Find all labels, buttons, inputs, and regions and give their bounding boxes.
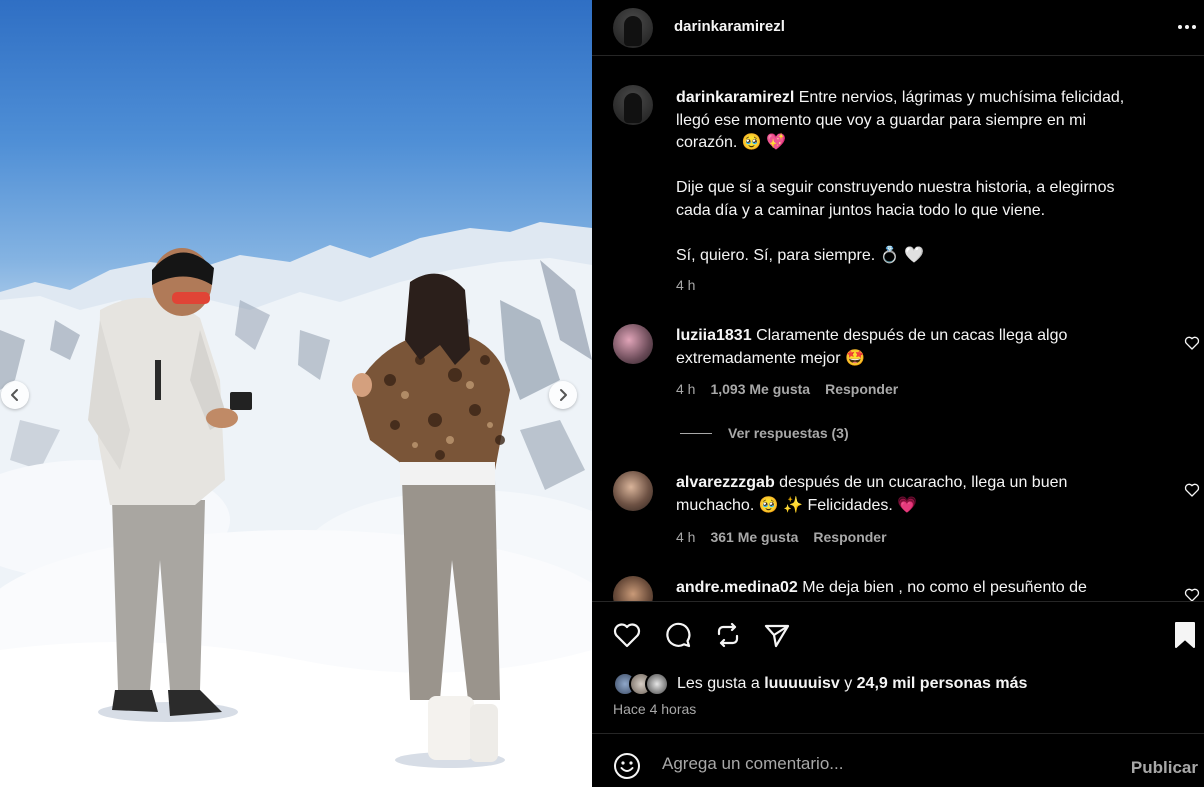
view-replies-button[interactable]: Ver respuestas (3) <box>680 425 849 441</box>
reply-button[interactable]: Responder <box>813 529 886 545</box>
comment-username[interactable]: luziia1831 <box>676 327 752 344</box>
comment-input[interactable] <box>662 750 1102 778</box>
caption-meta: 4 h <box>676 277 695 293</box>
chevron-right-icon <box>560 389 567 401</box>
comment-avatar[interactable] <box>613 471 653 511</box>
comment-likes[interactable]: 361 Me gusta <box>710 529 798 545</box>
comment-username[interactable]: alvarezzzgab <box>676 474 775 491</box>
carousel-dot <box>258 772 264 778</box>
heart-icon[interactable] <box>612 620 642 650</box>
carousel-dot <box>338 772 344 778</box>
caption-line: llegó ese momento que voy a guardar para… <box>676 111 1086 129</box>
carousel-dot <box>288 772 294 778</box>
caption: darinkaramirezl Entre nervios, lágrimas … <box>676 87 1146 267</box>
comment-text: alvarezzzgab después de un cucaracho, ll… <box>676 472 1146 517</box>
comment-line: después de un cucaracho, llega un buen <box>779 474 1068 491</box>
carousel-dot <box>318 772 324 778</box>
replies-divider <box>680 432 712 434</box>
comment-time[interactable]: 4 h <box>676 529 695 545</box>
comment-meta: 4 h 1,093 Me gusta Responder <box>676 381 898 397</box>
carousel-dot <box>268 772 274 778</box>
comment-username[interactable]: andre.medina02 <box>676 579 798 596</box>
likes-prefix: Les gusta a <box>677 675 760 692</box>
comment-text: luziia1831 Claramente después de un caca… <box>676 325 1146 370</box>
share-icon[interactable] <box>762 620 792 650</box>
caption-username[interactable]: darinkaramirezl <box>676 89 794 106</box>
comments-section[interactable]: darinkaramirezl Entre nervios, lágrimas … <box>592 57 1204 601</box>
likes-others[interactable]: 24,9 mil personas más <box>857 675 1028 692</box>
likes-text: Les gusta a luuuuuisv y 24,9 mil persona… <box>677 675 1027 693</box>
caption-line: cada día y a caminar juntos hacia todo l… <box>676 201 1046 219</box>
comment-avatar[interactable] <box>613 576 653 601</box>
author-username[interactable]: darinkaramirezl <box>674 18 785 35</box>
comment-line: Claramente después de un cacas llega alg… <box>756 327 1068 344</box>
comment-avatar[interactable] <box>613 324 653 364</box>
likes-user[interactable]: luuuuuisv <box>764 675 840 692</box>
chevron-left-icon <box>11 389 18 401</box>
comment-meta: 4 h 361 Me gusta Responder <box>676 529 887 545</box>
carousel-dot <box>238 772 244 778</box>
comment-text: andre.medina02 Me deja bien , no como el… <box>676 577 1146 600</box>
comment-line: muchacho. 🥹 ✨ Felicidades. 💗 <box>676 496 918 514</box>
view-replies-label: Ver respuestas (3) <box>728 425 849 441</box>
post-actions: Les gusta a luuuuuisv y 24,9 mil persona… <box>592 601 1204 731</box>
comment-time[interactable]: 4 h <box>676 381 695 397</box>
bookmark-icon[interactable] <box>1170 620 1200 650</box>
caption-time[interactable]: 4 h <box>676 277 695 293</box>
caption-line: Dije que sí a seguir construyendo nuestr… <box>676 179 1115 196</box>
post-header: darinkaramirezl <box>592 0 1204 56</box>
carousel-indicator <box>0 772 592 778</box>
carousel-dot <box>308 772 314 778</box>
carousel-next-button[interactable] <box>549 381 577 409</box>
carousel-dot <box>248 772 254 778</box>
comment-line: extremadamente mejor 🤩 <box>676 349 865 367</box>
repost-icon[interactable] <box>713 620 743 650</box>
caption-line: Sí, quiero. Sí, para siempre. 💍 🤍 <box>676 246 924 264</box>
carousel-dot <box>328 772 334 778</box>
post-photo <box>0 222 592 787</box>
heart-icon[interactable] <box>1184 587 1200 601</box>
more-options-button[interactable] <box>1174 14 1200 40</box>
comment-likes[interactable]: 1,093 Me gusta <box>710 381 810 397</box>
post-media[interactable] <box>0 0 592 787</box>
carousel-dot <box>348 772 354 778</box>
post-side-panel: darinkaramirezl darinkaramirezl Entre ne… <box>592 0 1204 787</box>
post-time[interactable]: Hace 4 horas <box>613 701 696 717</box>
comment-line: Me deja bien , no como el pesuñento de <box>802 579 1087 596</box>
carousel-dot <box>278 772 284 778</box>
likes-connector: y <box>844 675 853 692</box>
comment-icon[interactable] <box>663 620 693 650</box>
heart-icon[interactable] <box>1184 482 1200 498</box>
caption-line: Entre nervios, lágrimas y muchísima feli… <box>798 89 1125 106</box>
heart-icon[interactable] <box>1184 335 1200 351</box>
publish-button[interactable]: Publicar <box>1131 758 1198 778</box>
comment-composer: Publicar <box>592 733 1204 787</box>
more-icon <box>1178 25 1196 29</box>
caption-avatar[interactable] <box>613 85 653 125</box>
caption-line: corazón. 🥹 💖 <box>676 134 787 151</box>
reply-button[interactable]: Responder <box>825 381 898 397</box>
carousel-prev-button[interactable] <box>1 381 29 409</box>
author-avatar[interactable] <box>613 8 653 48</box>
carousel-dot <box>298 772 304 778</box>
liker-avatar <box>645 672 669 696</box>
emoji-icon[interactable] <box>613 752 641 780</box>
likes-summary[interactable]: Les gusta a luuuuuisv y 24,9 mil persona… <box>613 672 1027 696</box>
